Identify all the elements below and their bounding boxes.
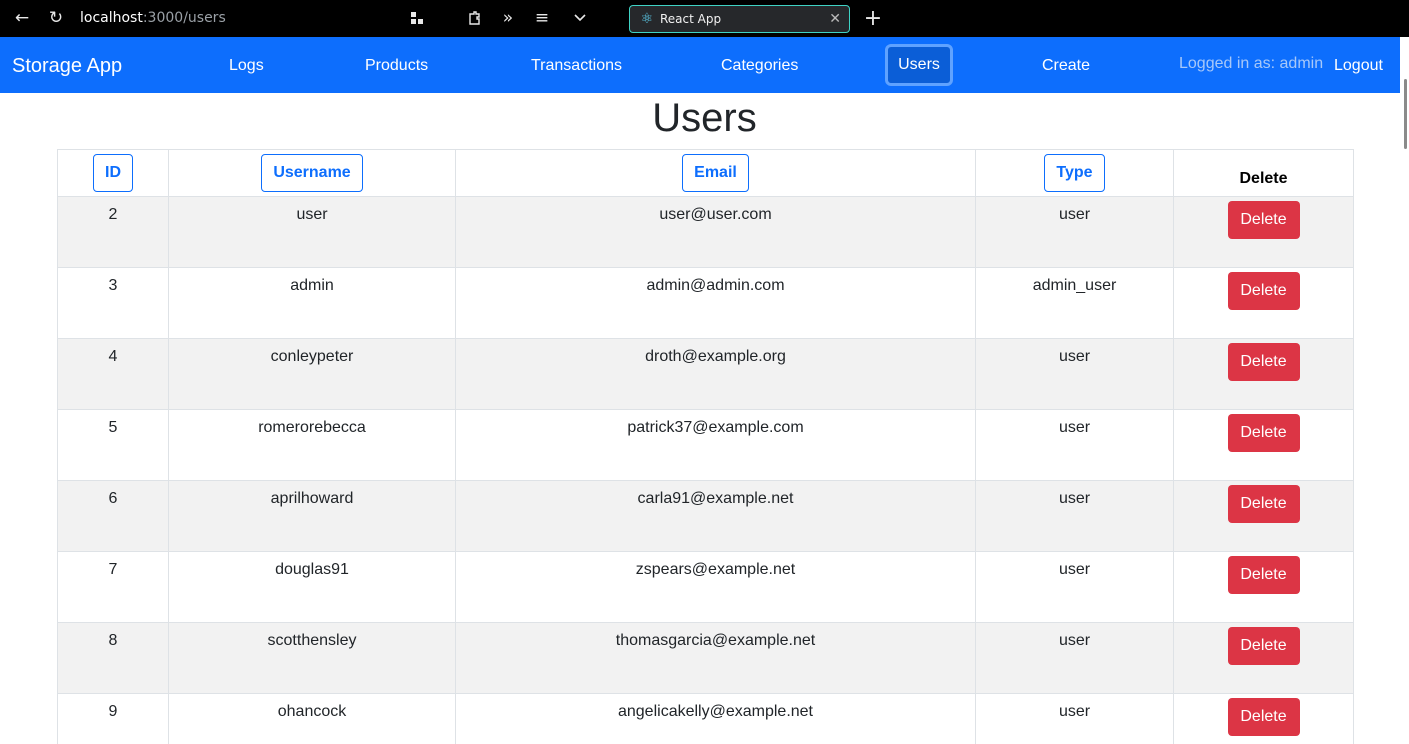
sort-username-button[interactable]: Username [261, 154, 363, 192]
cell-type: admin_user [975, 267, 1174, 339]
cell-id: 3 [57, 267, 169, 339]
back-arrow-icon[interactable]: ← [10, 6, 34, 30]
url-host: localhost [80, 10, 143, 26]
tab-title: React App [660, 12, 722, 26]
table-row: 3 admin admin@admin.com admin_user Delet… [57, 267, 1354, 339]
cell-username: aprilhoward [168, 480, 456, 552]
cell-username: admin [168, 267, 456, 339]
delete-button[interactable]: Delete [1227, 627, 1300, 665]
cell-email: admin@admin.com [455, 267, 976, 339]
logout-link[interactable]: Logout [1334, 57, 1383, 75]
table-row: 8 scotthensley thomasgarcia@example.net … [57, 622, 1354, 694]
cell-id: 8 [57, 622, 169, 694]
cell-username: ohancock [168, 693, 456, 744]
nav-link-users[interactable]: Users [885, 44, 953, 86]
cell-id: 7 [57, 551, 169, 623]
table-row: 9 ohancock angelicakelly@example.net use… [57, 693, 1354, 744]
cell-delete: Delete [1173, 480, 1354, 552]
cell-email: zspears@example.net [455, 551, 976, 623]
header-email: Email [455, 149, 976, 197]
cell-delete: Delete [1173, 267, 1354, 339]
header-username: Username [168, 149, 456, 197]
header-type: Type [975, 149, 1174, 197]
app-navbar: Storage App Logs Products Transactions C… [0, 37, 1409, 93]
new-tab-icon[interactable]: + [861, 6, 885, 31]
browser-toolbar: ← ↻ localhost:3000/users » ≡ ⚛ React App… [0, 0, 1409, 37]
address-bar[interactable]: localhost:3000/users [80, 10, 226, 26]
url-path: :3000/users [142, 10, 226, 26]
table-row: 2 user user@user.com user Delete [57, 196, 1354, 268]
table-row: 7 douglas91 zspears@example.net user Del… [57, 551, 1354, 623]
sort-id-button[interactable]: ID [93, 154, 133, 192]
cell-delete: Delete [1173, 622, 1354, 694]
logged-in-status: Logged in as: admin [1179, 55, 1324, 72]
cell-username: conleypeter [168, 338, 456, 410]
table-row: 5 romerorebecca patrick37@example.com us… [57, 409, 1354, 481]
cell-username: romerorebecca [168, 409, 456, 481]
delete-button[interactable]: Delete [1227, 343, 1300, 381]
cell-id: 5 [57, 409, 169, 481]
browser-tab[interactable]: ⚛ React App ✕ [629, 5, 850, 33]
sort-email-button[interactable]: Email [682, 154, 749, 192]
cell-email: thomasgarcia@example.net [455, 622, 976, 694]
close-icon[interactable]: ✕ [829, 11, 841, 27]
cell-type: user [975, 693, 1174, 744]
nav-link-transactions[interactable]: Transactions [531, 57, 622, 75]
cell-delete: Delete [1173, 693, 1354, 744]
sort-type-button[interactable]: Type [1044, 154, 1105, 192]
extensions-icon[interactable] [463, 6, 487, 30]
cell-delete: Delete [1173, 338, 1354, 410]
cell-type: user [975, 338, 1174, 410]
delete-button[interactable]: Delete [1227, 556, 1300, 594]
reload-icon[interactable]: ↻ [44, 6, 68, 30]
cell-id: 9 [57, 693, 169, 744]
page-scrollbar[interactable] [1400, 37, 1409, 744]
grid-apps-icon[interactable] [405, 6, 429, 30]
table-row: 4 conleypeter droth@example.org user Del… [57, 338, 1354, 410]
header-id: ID [57, 149, 169, 197]
cell-delete: Delete [1173, 409, 1354, 481]
cell-delete: Delete [1173, 551, 1354, 623]
cell-delete: Delete [1173, 196, 1354, 268]
cell-username: user [168, 196, 456, 268]
double-chevron-icon[interactable]: » [496, 6, 520, 30]
cell-type: user [975, 196, 1174, 268]
header-delete: Delete [1173, 149, 1354, 197]
cell-email: droth@example.org [455, 338, 976, 410]
table-header-row: ID Username Email Type Delete [57, 149, 1354, 197]
delete-button[interactable]: Delete [1227, 414, 1300, 452]
delete-button[interactable]: Delete [1227, 272, 1300, 310]
cell-username: douglas91 [168, 551, 456, 623]
cell-email: carla91@example.net [455, 480, 976, 552]
nav-link-products[interactable]: Products [365, 57, 428, 75]
page-title: Users [652, 96, 757, 140]
nav-link-categories[interactable]: Categories [721, 57, 798, 75]
delete-column-label: Delete [1239, 170, 1288, 187]
cell-id: 2 [57, 196, 169, 268]
cell-type: user [975, 622, 1174, 694]
cell-email: angelicakelly@example.net [455, 693, 976, 744]
delete-button[interactable]: Delete [1227, 485, 1300, 523]
cell-email: patrick37@example.com [455, 409, 976, 481]
cell-type: user [975, 551, 1174, 623]
cell-id: 6 [57, 480, 169, 552]
nav-link-create[interactable]: Create [1042, 57, 1090, 75]
delete-button[interactable]: Delete [1227, 698, 1300, 736]
chevron-down-icon[interactable] [568, 6, 592, 30]
cell-type: user [975, 409, 1174, 481]
menu-icon[interactable]: ≡ [530, 6, 554, 30]
react-logo-icon: ⚛ [640, 11, 654, 27]
delete-button[interactable]: Delete [1227, 201, 1300, 239]
cell-type: user [975, 480, 1174, 552]
cell-username: scotthensley [168, 622, 456, 694]
nav-link-logs[interactable]: Logs [229, 57, 264, 75]
cell-email: user@user.com [455, 196, 976, 268]
users-table: ID Username Email Type Delete 2 user use… [57, 149, 1354, 744]
brand-logo[interactable]: Storage App [12, 55, 122, 78]
table-row: 6 aprilhoward carla91@example.net user D… [57, 480, 1354, 552]
cell-id: 4 [57, 338, 169, 410]
